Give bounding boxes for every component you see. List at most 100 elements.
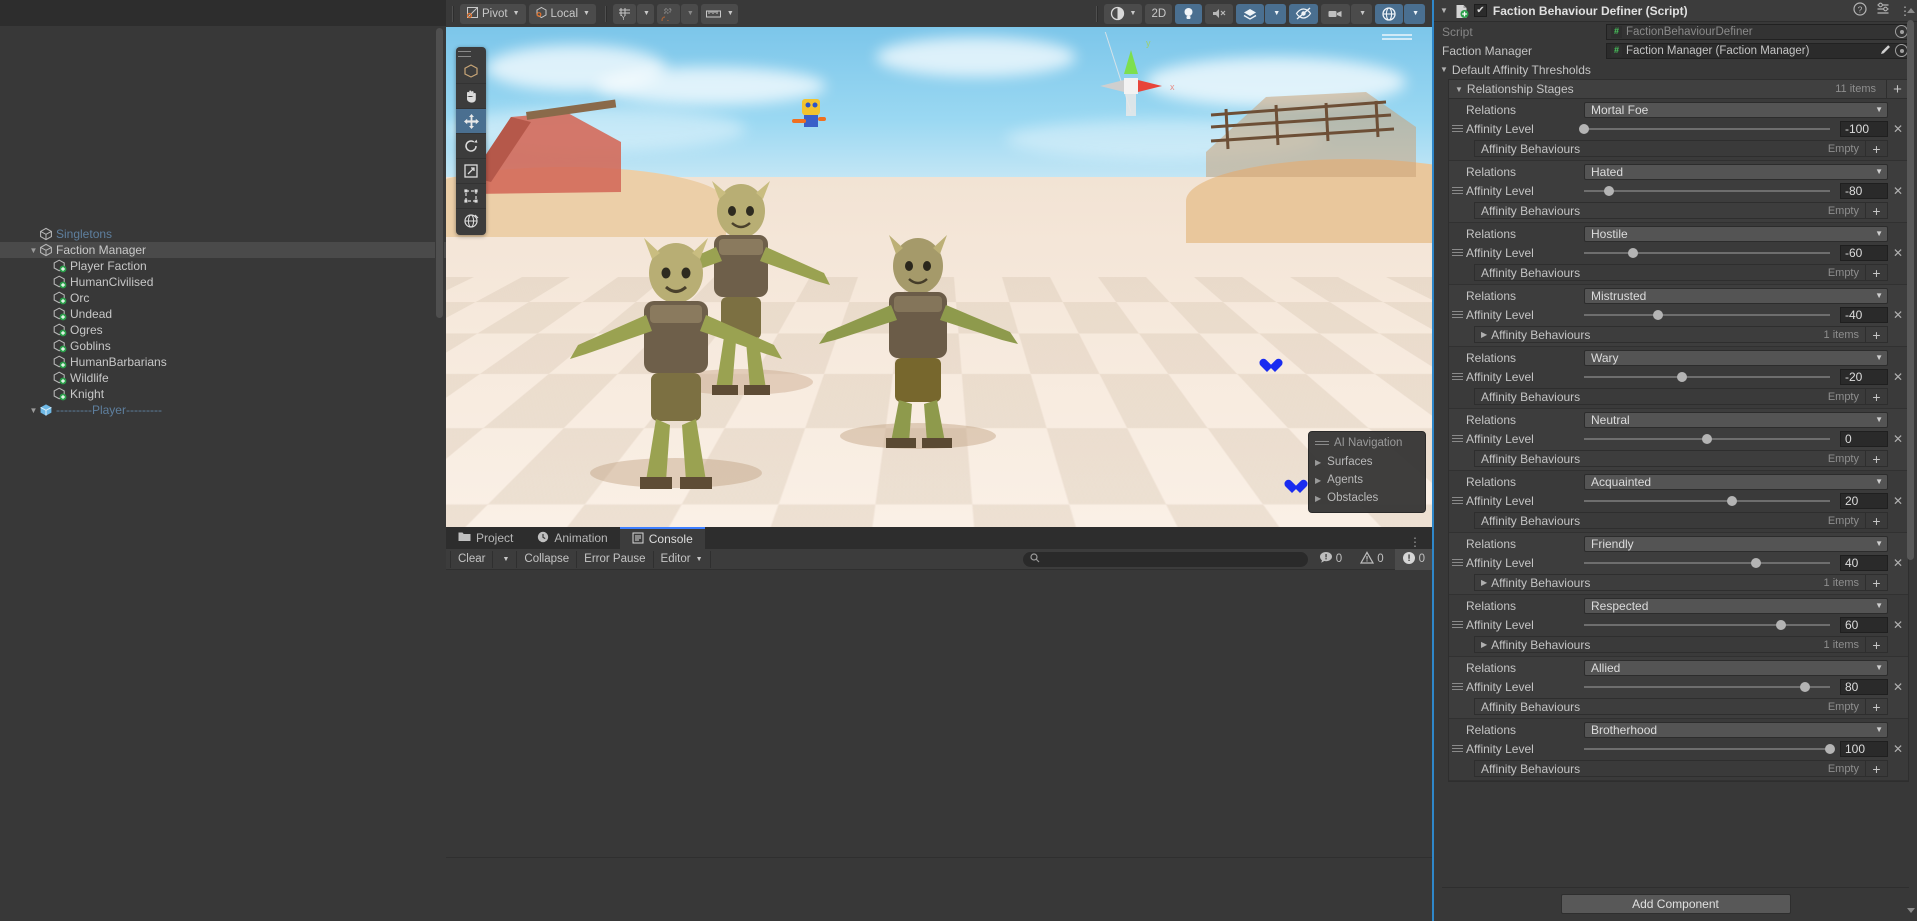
slider-track[interactable] [1584, 438, 1830, 440]
affinity-behaviours-label-group[interactable]: Affinity Behaviours [1475, 142, 1580, 156]
affinity-value-field[interactable]: 60 [1840, 617, 1888, 633]
toggle-lighting-button[interactable] [1175, 4, 1202, 24]
clear-dropdown-button[interactable]: ▼ [493, 551, 517, 568]
relationship-stage-row[interactable]: RelationsNeutral▼Affinity Level0✕Affinit… [1449, 409, 1908, 471]
chevron-down-icon[interactable]: ▼ [1440, 65, 1448, 74]
affinity-slider[interactable] [1584, 252, 1836, 254]
hierarchy-item-singletons[interactable]: Singletons [0, 226, 446, 242]
hierarchy-item-player-faction[interactable]: Player Faction [0, 258, 446, 274]
slider-track[interactable] [1584, 376, 1830, 378]
chevron-right-icon[interactable]: ▶ [1481, 330, 1487, 339]
relationship-stage-row[interactable]: RelationsMortal Foe▼Affinity Level-100✕A… [1449, 99, 1908, 161]
scene-gizmo-handle[interactable] [1378, 32, 1418, 42]
relations-row[interactable]: RelationsBrotherhood▼ [1449, 720, 1908, 739]
error-pause-button[interactable]: Error Pause [577, 551, 653, 568]
relations-dropdown[interactable]: Allied▼ [1584, 660, 1888, 676]
hierarchy-item-undead[interactable]: Undead [0, 306, 446, 322]
chevron-down-icon[interactable]: ▼ [1455, 85, 1463, 94]
hierarchy-item-humanbarbarians[interactable]: HumanBarbarians [0, 354, 446, 370]
hand-tool-icon[interactable] [456, 83, 486, 108]
affinity-slider[interactable] [1584, 128, 1836, 130]
affinity-value-field[interactable]: 40 [1840, 555, 1888, 571]
affinity-behaviours-row[interactable]: Affinity BehavioursEmpty+ [1474, 202, 1888, 219]
ai-nav-item-agents[interactable]: ▶ Agents [1309, 471, 1425, 489]
reorder-handle-icon[interactable] [1449, 491, 1466, 510]
relationship-stage-row[interactable]: RelationsHated▼Affinity Level-80✕Affinit… [1449, 161, 1908, 223]
slider-knob[interactable] [1776, 620, 1786, 630]
component-enabled-checkbox[interactable]: ✔ [1474, 4, 1487, 17]
preset-icon[interactable] [1876, 2, 1890, 19]
affinity-value-field[interactable]: 20 [1840, 493, 1888, 509]
log-count-toggle[interactable]: 0 [1312, 549, 1349, 570]
relationship-stage-row[interactable]: RelationsAllied▼Affinity Level80✕Affinit… [1449, 657, 1908, 719]
ai-nav-item-surfaces[interactable]: ▶ Surfaces [1309, 453, 1425, 471]
chevron-down-icon[interactable]: ▼ [28, 243, 39, 259]
affinity-behaviours-label-group[interactable]: ▶Affinity Behaviours [1475, 328, 1590, 342]
relationship-stages-list[interactable]: ▼ Relationship Stages 11 items + Relatio… [1448, 79, 1909, 782]
tab-console[interactable]: Console [620, 527, 705, 549]
relations-dropdown[interactable]: Mistrusted▼ [1584, 288, 1888, 304]
console-tab-bar[interactable]: Project Animation Console ⋮ [446, 527, 1432, 549]
scene-view-toolbar[interactable]: Pivot ▼ Local ▼ Y ▼ ▼ [446, 0, 1432, 27]
add-behaviour-button[interactable]: + [1865, 698, 1887, 715]
script-object-field[interactable]: # FactionBehaviourDefiner [1606, 24, 1911, 40]
affinity-level-row[interactable]: Affinity Level-100✕ [1449, 119, 1908, 138]
relationship-stage-row[interactable]: RelationsMistrusted▼Affinity Level-40✕▶A… [1449, 285, 1908, 347]
warning-count-toggle[interactable]: 0 [1353, 549, 1390, 570]
slider-track[interactable] [1584, 314, 1830, 316]
relations-row[interactable]: RelationsNeutral▼ [1449, 410, 1908, 429]
slider-track[interactable] [1584, 562, 1830, 564]
script-field-row[interactable]: Script # FactionBehaviourDefiner [1434, 22, 1917, 41]
affinity-behaviours-row[interactable]: Affinity BehavioursEmpty+ [1474, 140, 1888, 157]
affinity-behaviours-label-group[interactable]: Affinity Behaviours [1475, 266, 1580, 280]
slider-knob[interactable] [1653, 310, 1663, 320]
affinity-value-field[interactable]: -40 [1840, 307, 1888, 323]
hierarchy-item-wildlife[interactable]: Wildlife [0, 370, 446, 386]
reorder-handle-icon[interactable] [1449, 367, 1466, 386]
add-behaviour-button[interactable]: + [1865, 326, 1887, 343]
affinity-level-row[interactable]: Affinity Level-60✕ [1449, 243, 1908, 262]
slider-knob[interactable] [1727, 496, 1737, 506]
scene-toolbar-right-group[interactable]: ▼ 2D ▼ [1090, 4, 1432, 24]
affinity-value-field[interactable]: 0 [1840, 431, 1888, 447]
chevron-right-icon[interactable]: ▶ [1481, 640, 1487, 649]
reorder-handle-icon[interactable] [1449, 119, 1466, 138]
affinity-behaviours-row[interactable]: Affinity BehavioursEmpty+ [1474, 512, 1888, 529]
grid-axis-button[interactable]: Y [613, 4, 636, 24]
console-panel[interactable]: Project Animation Console ⋮ [446, 527, 1432, 921]
slider-track[interactable] [1584, 686, 1830, 688]
hierarchy-panel[interactable]: Singletons▼Faction ManagerPlayer Faction… [0, 0, 446, 921]
relationship-stage-rows[interactable]: RelationsMortal Foe▼Affinity Level-100✕A… [1449, 99, 1908, 781]
reorder-handle-icon[interactable] [1449, 615, 1466, 634]
reorder-handle-icon[interactable] [1449, 181, 1466, 200]
affinity-slider[interactable] [1584, 562, 1836, 564]
hierarchy-scrollbar-thumb[interactable] [436, 28, 443, 318]
tab-project[interactable]: Project [446, 527, 525, 549]
slider-knob[interactable] [1677, 372, 1687, 382]
hierarchy-scrollbar[interactable] [435, 28, 444, 388]
reorder-handle-icon[interactable] [1449, 677, 1466, 696]
affinity-level-row[interactable]: Affinity Level-80✕ [1449, 181, 1908, 200]
affinity-behaviours-row[interactable]: Affinity BehavioursEmpty+ [1474, 388, 1888, 405]
ai-navigation-overlay[interactable]: AI Navigation ▶ Surfaces ▶ Agents ▶ Obst… [1308, 431, 1426, 513]
affinity-level-row[interactable]: Affinity Level100✕ [1449, 739, 1908, 758]
collapse-button[interactable]: Collapse [517, 551, 577, 568]
hierarchy-item-orc[interactable]: Orc [0, 290, 446, 306]
slider-knob[interactable] [1800, 682, 1810, 692]
affinity-behaviours-label-group[interactable]: Affinity Behaviours [1475, 390, 1580, 404]
component-header-icons[interactable]: ? ⋮ [1853, 2, 1911, 19]
affinity-level-row[interactable]: Affinity Level20✕ [1449, 491, 1908, 510]
reorder-handle-icon[interactable] [1449, 305, 1466, 324]
affinity-slider[interactable] [1584, 376, 1836, 378]
clear-button[interactable]: Clear [450, 551, 493, 568]
affinity-value-field[interactable]: -100 [1840, 121, 1888, 137]
affinity-slider[interactable] [1584, 500, 1836, 502]
affinity-level-row[interactable]: Affinity Level80✕ [1449, 677, 1908, 696]
slider-track[interactable] [1584, 500, 1830, 502]
slider-knob[interactable] [1604, 186, 1614, 196]
relations-dropdown[interactable]: Mortal Foe▼ [1584, 102, 1888, 118]
camera-dropdown-button[interactable]: ▼ [1351, 4, 1372, 24]
scene-visibility-button[interactable] [1289, 4, 1318, 24]
scene-camera-button[interactable] [1321, 4, 1350, 24]
affinity-behaviours-label-group[interactable]: Affinity Behaviours [1475, 452, 1580, 466]
